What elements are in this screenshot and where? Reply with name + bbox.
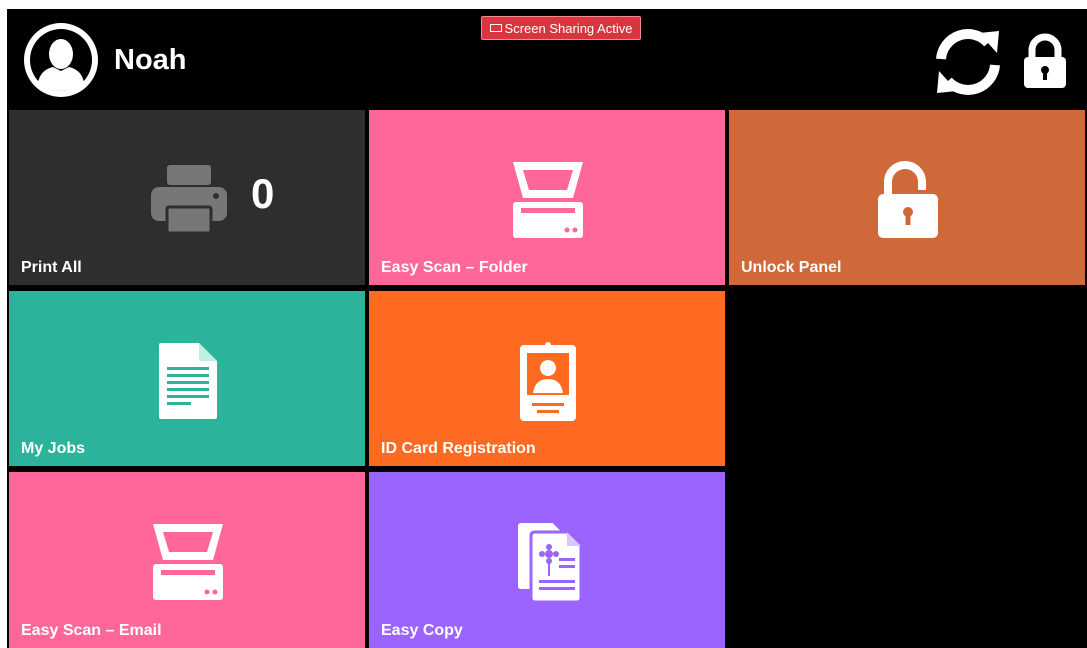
scanner-icon: [153, 524, 223, 600]
tile-label: My Jobs: [21, 440, 86, 457]
tile-id-card-registration[interactable]: ID Card Registration: [369, 291, 725, 466]
screen-sharing-badge: Screen Sharing Active: [481, 16, 641, 40]
tile-easy-copy[interactable]: Easy Copy: [369, 472, 725, 648]
tile-unlock-panel[interactable]: Unlock Panel: [729, 110, 1085, 285]
scanner-icon: [513, 162, 583, 238]
tile-label: Easy Scan – Folder: [381, 259, 528, 276]
tile-label: Easy Copy: [381, 622, 463, 639]
screen-sharing-label: Screen Sharing Active: [504, 20, 633, 36]
header-bar: Noah Screen Sharing Active: [7, 9, 1087, 109]
document-icon: [159, 343, 217, 419]
avatar-icon[interactable]: [22, 21, 100, 99]
tile-label: Unlock Panel: [741, 259, 842, 276]
refresh-icon[interactable]: [933, 29, 1003, 95]
lock-icon[interactable]: [1021, 33, 1069, 89]
tile-my-jobs[interactable]: My Jobs: [9, 291, 365, 466]
printer-icon: [151, 165, 227, 235]
user-name: Noah: [114, 44, 187, 76]
id-card-icon: [520, 342, 576, 421]
tile-label: ID Card Registration: [381, 440, 536, 457]
tile-label: Print All: [21, 259, 82, 276]
screen-icon: [489, 24, 502, 32]
tile-easy-scan-email[interactable]: Easy Scan – Email: [9, 472, 365, 648]
tile-label: Easy Scan – Email: [21, 622, 162, 639]
copy-icon: [516, 521, 583, 604]
tile-easy-scan-folder[interactable]: Easy Scan – Folder: [369, 110, 725, 285]
terminal-screen: Noah Screen Sharing Active 0 Print All E…: [7, 9, 1087, 648]
open-lock-icon: [878, 161, 938, 238]
job-count: 0: [251, 170, 275, 217]
tile-print-all[interactable]: 0 Print All: [9, 110, 365, 285]
